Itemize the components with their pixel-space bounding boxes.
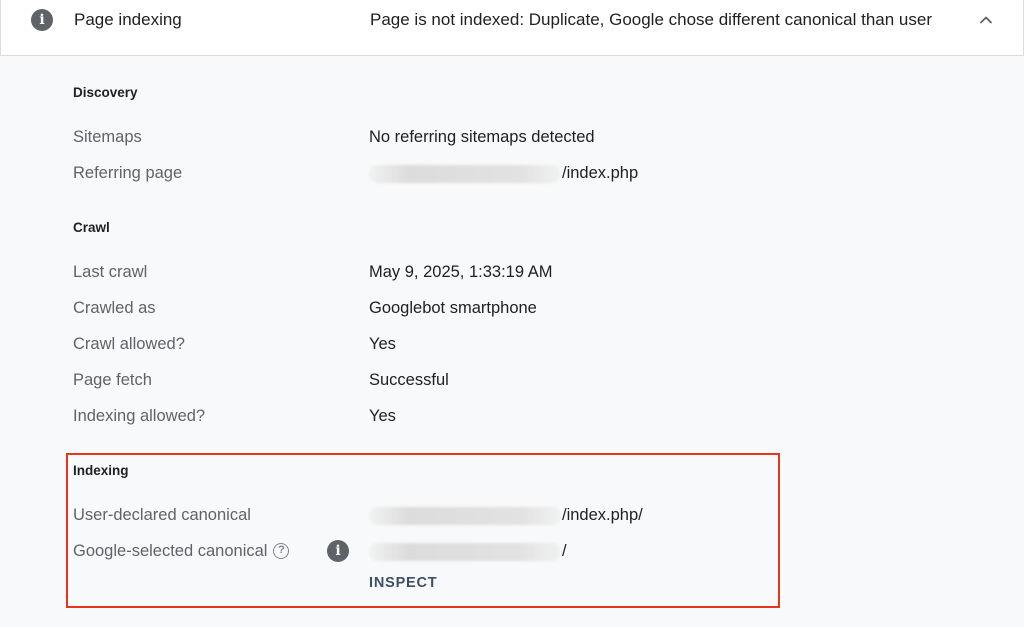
inspect-button[interactable]: INSPECT bbox=[369, 573, 437, 593]
indexing-status-text: Page is not indexed: Duplicate, Google c… bbox=[370, 10, 932, 29]
discovery-heading: Discovery bbox=[73, 85, 138, 100]
referring-page-label: Referring page bbox=[73, 164, 183, 182]
redacted-url bbox=[369, 506, 561, 525]
redacted-url bbox=[369, 164, 561, 183]
info-icon: i bbox=[31, 9, 53, 31]
page-indexing-title: Page indexing bbox=[74, 10, 182, 29]
google-selected-canonical-label: Google-selected canonical? bbox=[73, 540, 290, 562]
canonical-info-icon[interactable]: i bbox=[327, 540, 349, 562]
referring-page-path: /index.php bbox=[562, 164, 639, 182]
crawled-as-label: Crawled as bbox=[73, 299, 156, 317]
chevron-up-icon[interactable] bbox=[977, 11, 995, 29]
crawl-allowed-value: Yes bbox=[369, 335, 396, 353]
last-crawl-label: Last crawl bbox=[73, 263, 148, 281]
sitemaps-label: Sitemaps bbox=[73, 128, 142, 146]
redacted-url bbox=[369, 542, 561, 561]
page-fetch-label: Page fetch bbox=[73, 371, 152, 389]
page-indexing-header[interactable]: i Page indexing Page is not indexed: Dup… bbox=[0, 0, 1024, 56]
user-declared-canonical-value: /index.php/ bbox=[369, 504, 643, 526]
user-canonical-path: /index.php/ bbox=[562, 506, 643, 524]
page-fetch-value: Successful bbox=[369, 371, 449, 389]
indexing-allowed-label: Indexing allowed? bbox=[73, 407, 206, 425]
google-canonical-label-text: Google-selected canonical bbox=[73, 542, 268, 560]
crawled-as-value: Googlebot smartphone bbox=[369, 299, 537, 317]
google-selected-canonical-value: / bbox=[369, 540, 567, 562]
sitemaps-value: No referring sitemaps detected bbox=[369, 128, 595, 146]
referring-page-value: /index.php bbox=[369, 162, 638, 184]
help-icon[interactable]: ? bbox=[273, 542, 290, 559]
indexing-allowed-value: Yes bbox=[369, 407, 396, 425]
google-canonical-path: / bbox=[562, 542, 567, 560]
user-declared-canonical-label: User-declared canonical bbox=[73, 506, 251, 524]
crawl-allowed-label: Crawl allowed? bbox=[73, 335, 185, 353]
last-crawl-value: May 9, 2025, 1:33:19 AM bbox=[369, 263, 553, 281]
crawl-heading: Crawl bbox=[73, 220, 110, 235]
indexing-heading: Indexing bbox=[73, 463, 129, 478]
